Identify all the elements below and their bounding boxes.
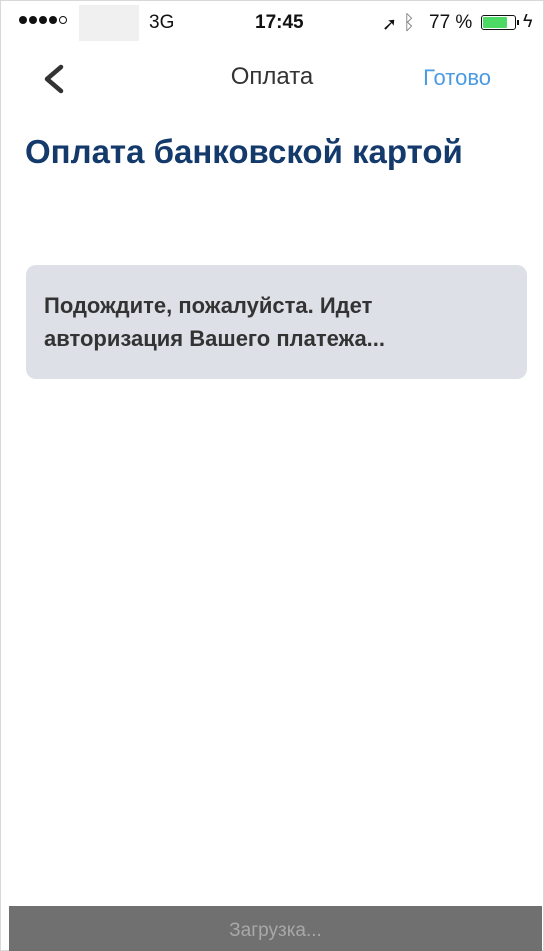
battery-icon (481, 15, 519, 30)
carrier-name-redacted (79, 5, 139, 41)
bluetooth-icon: ᛒ (403, 12, 415, 34)
location-arrow-icon: ➚ (382, 14, 398, 34)
battery-percent: 77 % (429, 12, 473, 33)
loading-bar: Загрузка... (9, 906, 542, 951)
loading-text: Загрузка... (229, 920, 322, 941)
battery-level-fill (483, 17, 507, 28)
status-bar: 3G 17:45 ➚ ᛒ 77 % ϟ (1, 1, 543, 45)
charging-bolt-icon: ϟ (523, 11, 533, 31)
network-type: 3G (149, 12, 175, 33)
done-button[interactable]: Готово (423, 65, 491, 91)
signal-dots-icon (19, 16, 67, 24)
battery-tip (517, 20, 519, 25)
app-screen: 3G 17:45 ➚ ᛒ 77 % ϟ Оплата Готово Оплата… (0, 0, 544, 951)
status-time: 17:45 (255, 12, 304, 33)
notice-text: Подождите, пожалуйста. Идет авторизация … (44, 293, 386, 351)
authorization-notice: Подождите, пожалуйста. Идет авторизация … (26, 265, 527, 379)
page-title: Оплата банковской картой (25, 133, 463, 170)
navigation-bar: Оплата Готово (1, 47, 543, 107)
